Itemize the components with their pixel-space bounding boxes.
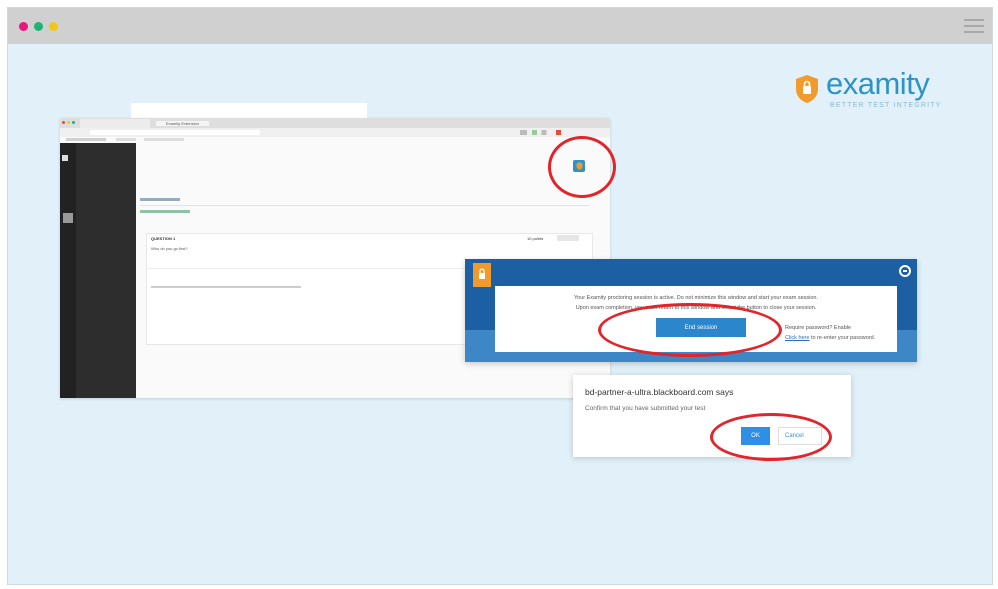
examity-badge-icon [473, 263, 491, 287]
highlight-circle-ok [710, 413, 832, 461]
browser-tab-title[interactable]: Examity Extension [156, 121, 209, 126]
session-message-line1: Your Examity proctoring session is activ… [573, 295, 819, 301]
dialog-message: Confirm that you have submitted your tes… [585, 405, 706, 412]
lms-sidebar [60, 143, 76, 398]
lms-dark-panel [76, 143, 136, 398]
logo-wordmark: examity [826, 66, 930, 101]
examity-shield-icon [796, 75, 818, 103]
highlight-circle-extension [548, 136, 616, 198]
password-link[interactable]: Click here [785, 335, 809, 341]
logo-tagline: BETTER TEST INTEGRITY [830, 102, 942, 109]
password-note-text: Require password? Enable [785, 325, 852, 331]
browser-tabstrip: Examity Extension [60, 118, 610, 128]
window-topbar [8, 8, 992, 44]
highlight-circle-end-session [598, 303, 782, 357]
question-heading: QUESTION 1 [151, 236, 176, 241]
background-page [131, 103, 367, 118]
dialog-title: bd-partner-a-ultra.blackboard.com says [585, 387, 734, 397]
question-text: Who do you go first? [151, 246, 188, 251]
password-note: Require password? Enable Click here to r… [785, 323, 875, 343]
hamburger-menu-icon[interactable] [964, 19, 984, 33]
green-dot-icon[interactable] [34, 22, 43, 31]
minimize-icon[interactable] [899, 265, 911, 277]
red-dot-icon[interactable] [19, 22, 28, 31]
examity-logo: examity BETTER TEST INTEGRITY [794, 66, 964, 114]
yellow-dot-icon[interactable] [49, 22, 58, 31]
question-points: 10 points [527, 236, 544, 241]
password-note-suffix: to re-enter your password. [810, 335, 876, 341]
